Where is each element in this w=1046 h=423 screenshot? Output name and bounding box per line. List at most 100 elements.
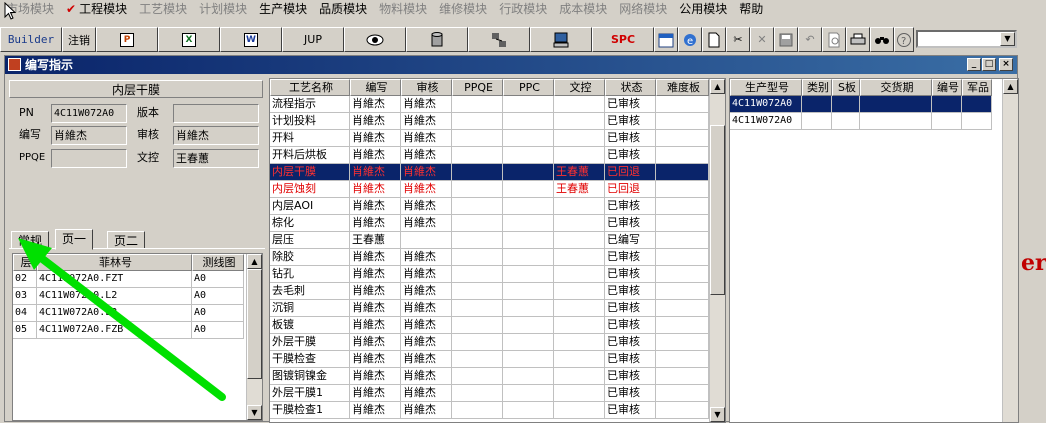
process-column-header[interactable]: PPQE <box>452 79 503 96</box>
layer-column-header[interactable]: 测线图 <box>192 254 244 271</box>
process-row[interactable]: 外层干膜1 肖維杰 肖維杰 已审核 <box>270 385 725 402</box>
process-row[interactable]: 去毛刺 肖維杰 肖維杰 已审核 <box>270 283 725 300</box>
menu-item-1[interactable]: 工程模块 <box>60 0 133 19</box>
tab-page-one[interactable]: 页一 <box>55 229 94 250</box>
menu-item-8[interactable]: 行政模块 <box>493 0 553 19</box>
window-titlebar[interactable]: 编写指示 _ □ × <box>5 56 1017 74</box>
process-column-header[interactable]: 难度板 <box>656 79 709 96</box>
model-row[interactable]: 4C11W072A0 <box>730 113 1018 130</box>
menu-item-11[interactable]: 公用模块 <box>673 0 733 19</box>
eye-button[interactable] <box>344 27 406 52</box>
ppt-button[interactable]: P <box>96 27 158 52</box>
process-row[interactable]: 外层干膜 肖維杰 肖維杰 已审核 <box>270 334 725 351</box>
process-column-header[interactable]: 文控 <box>554 79 605 96</box>
preview-button[interactable] <box>822 27 846 52</box>
print-button[interactable] <box>846 27 870 52</box>
undo-button[interactable]: ↶ <box>798 27 822 52</box>
scroll-up-icon[interactable]: ▲ <box>247 254 262 269</box>
menu-item-9[interactable]: 成本模块 <box>553 0 613 19</box>
restore-button[interactable]: □ <box>982 58 996 71</box>
model-column-header[interactable]: 类别 <box>802 79 832 96</box>
process-column-header[interactable]: PPC <box>503 79 554 96</box>
word-button[interactable]: W <box>220 27 282 52</box>
layer-row[interactable]: 02 4C11W072A0.FZT A0 <box>13 271 262 288</box>
layer-scrollbar[interactable]: ▲ ▼ <box>246 254 262 420</box>
database-button[interactable] <box>406 27 468 52</box>
process-row[interactable]: 内层干膜 肖維杰 肖維杰 王春蕙 已回退 <box>270 164 725 181</box>
review-field[interactable]: 肖維杰 <box>173 126 259 145</box>
model-column-header[interactable]: 生产型号 <box>730 79 802 96</box>
process-row[interactable]: 图镀铜镍金 肖維杰 肖維杰 已审核 <box>270 368 725 385</box>
model-row[interactable]: 4C11W072A0 <box>730 96 1018 113</box>
jup-button[interactable]: JUP <box>282 27 344 52</box>
process-row[interactable]: 干膜检查1 肖維杰 肖維杰 已审核 <box>270 402 725 419</box>
new-file-button[interactable] <box>702 27 726 52</box>
menu-item-10[interactable]: 网络模块 <box>613 0 673 19</box>
computer-button[interactable] <box>530 27 592 52</box>
process-column-header[interactable]: 工艺名称 <box>270 79 350 96</box>
process-row[interactable]: 钻孔 肖維杰 肖維杰 已审核 <box>270 266 725 283</box>
process-row[interactable]: 板镀 肖維杰 肖維杰 已审核 <box>270 317 725 334</box>
process-row[interactable]: 流程指示 肖維杰 肖維杰 已审核 <box>270 96 725 113</box>
delete-button[interactable]: ✕ <box>750 27 774 52</box>
calendar-button[interactable] <box>654 27 678 52</box>
author-field[interactable]: 肖維杰 <box>51 126 127 145</box>
model-column-header[interactable]: 交货期 <box>860 79 932 96</box>
layer-row[interactable]: 04 4C11W072A0.L3 A0 <box>13 305 262 322</box>
process-row[interactable]: 除胶 肖維杰 肖維杰 已审核 <box>270 249 725 266</box>
layer-row[interactable]: 05 4C11W072A0.FZB A0 <box>13 322 262 339</box>
layer-row[interactable]: 03 4C11W072A0.L2 A0 <box>13 288 262 305</box>
tab-general[interactable]: 常规 <box>11 231 50 249</box>
model-scrollbar[interactable]: ▲ <box>1002 79 1018 422</box>
menu-item-7[interactable]: 维修模块 <box>433 0 493 19</box>
toolbar-combo[interactable]: ▼ <box>916 30 1017 48</box>
find-button[interactable] <box>870 27 894 52</box>
builder-button[interactable]: Builder <box>0 27 62 52</box>
process-row[interactable]: 棕化 肖維杰 肖維杰 已审核 <box>270 215 725 232</box>
process-row[interactable]: 开料 肖維杰 肖維杰 已审核 <box>270 130 725 147</box>
scroll-thumb[interactable] <box>710 125 725 295</box>
network-button[interactable] <box>468 27 530 52</box>
scroll-up-icon[interactable]: ▲ <box>710 79 725 94</box>
cut-button[interactable]: ✂ <box>726 27 750 52</box>
process-row[interactable]: 内层蚀刻 肖維杰 肖維杰 王春蕙 已回退 <box>270 181 725 198</box>
model-column-header[interactable]: 编号 <box>932 79 962 96</box>
menu-item-6[interactable]: 物料模块 <box>373 0 433 19</box>
menu-item-2[interactable]: 工艺模块 <box>133 0 193 19</box>
menu-item-12[interactable]: 帮助 <box>733 0 769 19</box>
chevron-down-icon[interactable]: ▼ <box>1000 32 1015 46</box>
version-field[interactable] <box>173 104 259 123</box>
model-column-header[interactable]: S板 <box>832 79 860 96</box>
process-row[interactable]: 层压 王春蕙 已编写 <box>270 232 725 249</box>
layer-column-header[interactable]: 菲林号 <box>37 254 192 271</box>
scroll-down-icon[interactable]: ▼ <box>710 407 725 422</box>
spc-button[interactable]: SPC <box>592 27 654 52</box>
scroll-thumb[interactable] <box>247 269 262 379</box>
pn-field[interactable]: 4C11W072A0 <box>51 104 127 123</box>
dc-field[interactable]: 王春蕙 <box>173 149 259 168</box>
process-row[interactable]: 内层AOI 肖維杰 肖維杰 已审核 <box>270 198 725 215</box>
save-button[interactable] <box>774 27 798 52</box>
tab-page-two[interactable]: 页二 <box>107 231 146 249</box>
menu-item-4[interactable]: 生产模块 <box>253 0 313 19</box>
ie-button[interactable]: e <box>678 27 702 52</box>
menu-item-5[interactable]: 品质模块 <box>313 0 373 19</box>
minimize-button[interactable]: _ <box>967 58 981 71</box>
help-button[interactable]: ? <box>894 27 914 52</box>
process-row[interactable]: 干膜检查 肖維杰 肖維杰 已审核 <box>270 351 725 368</box>
excel-button[interactable]: X <box>158 27 220 52</box>
layer-column-header[interactable]: 层 <box>13 254 37 271</box>
model-column-header[interactable]: 军品 <box>962 79 992 96</box>
menu-item-3[interactable]: 计划模块 <box>193 0 253 19</box>
close-button[interactable]: × <box>999 58 1013 71</box>
scroll-down-icon[interactable]: ▼ <box>247 405 262 420</box>
process-column-header[interactable]: 审核 <box>401 79 452 96</box>
process-row[interactable]: 开料后烘板 肖維杰 肖維杰 已审核 <box>270 147 725 164</box>
process-row[interactable]: 计划投料 肖維杰 肖維杰 已审核 <box>270 113 725 130</box>
logout-button[interactable]: 注销 <box>62 27 96 52</box>
ppqe-field[interactable] <box>51 149 127 168</box>
process-column-header[interactable]: 状态 <box>605 79 656 96</box>
process-column-header[interactable]: 编写 <box>350 79 401 96</box>
scroll-up-icon[interactable]: ▲ <box>1003 79 1018 94</box>
process-row[interactable]: 沉铜 肖維杰 肖維杰 已审核 <box>270 300 725 317</box>
